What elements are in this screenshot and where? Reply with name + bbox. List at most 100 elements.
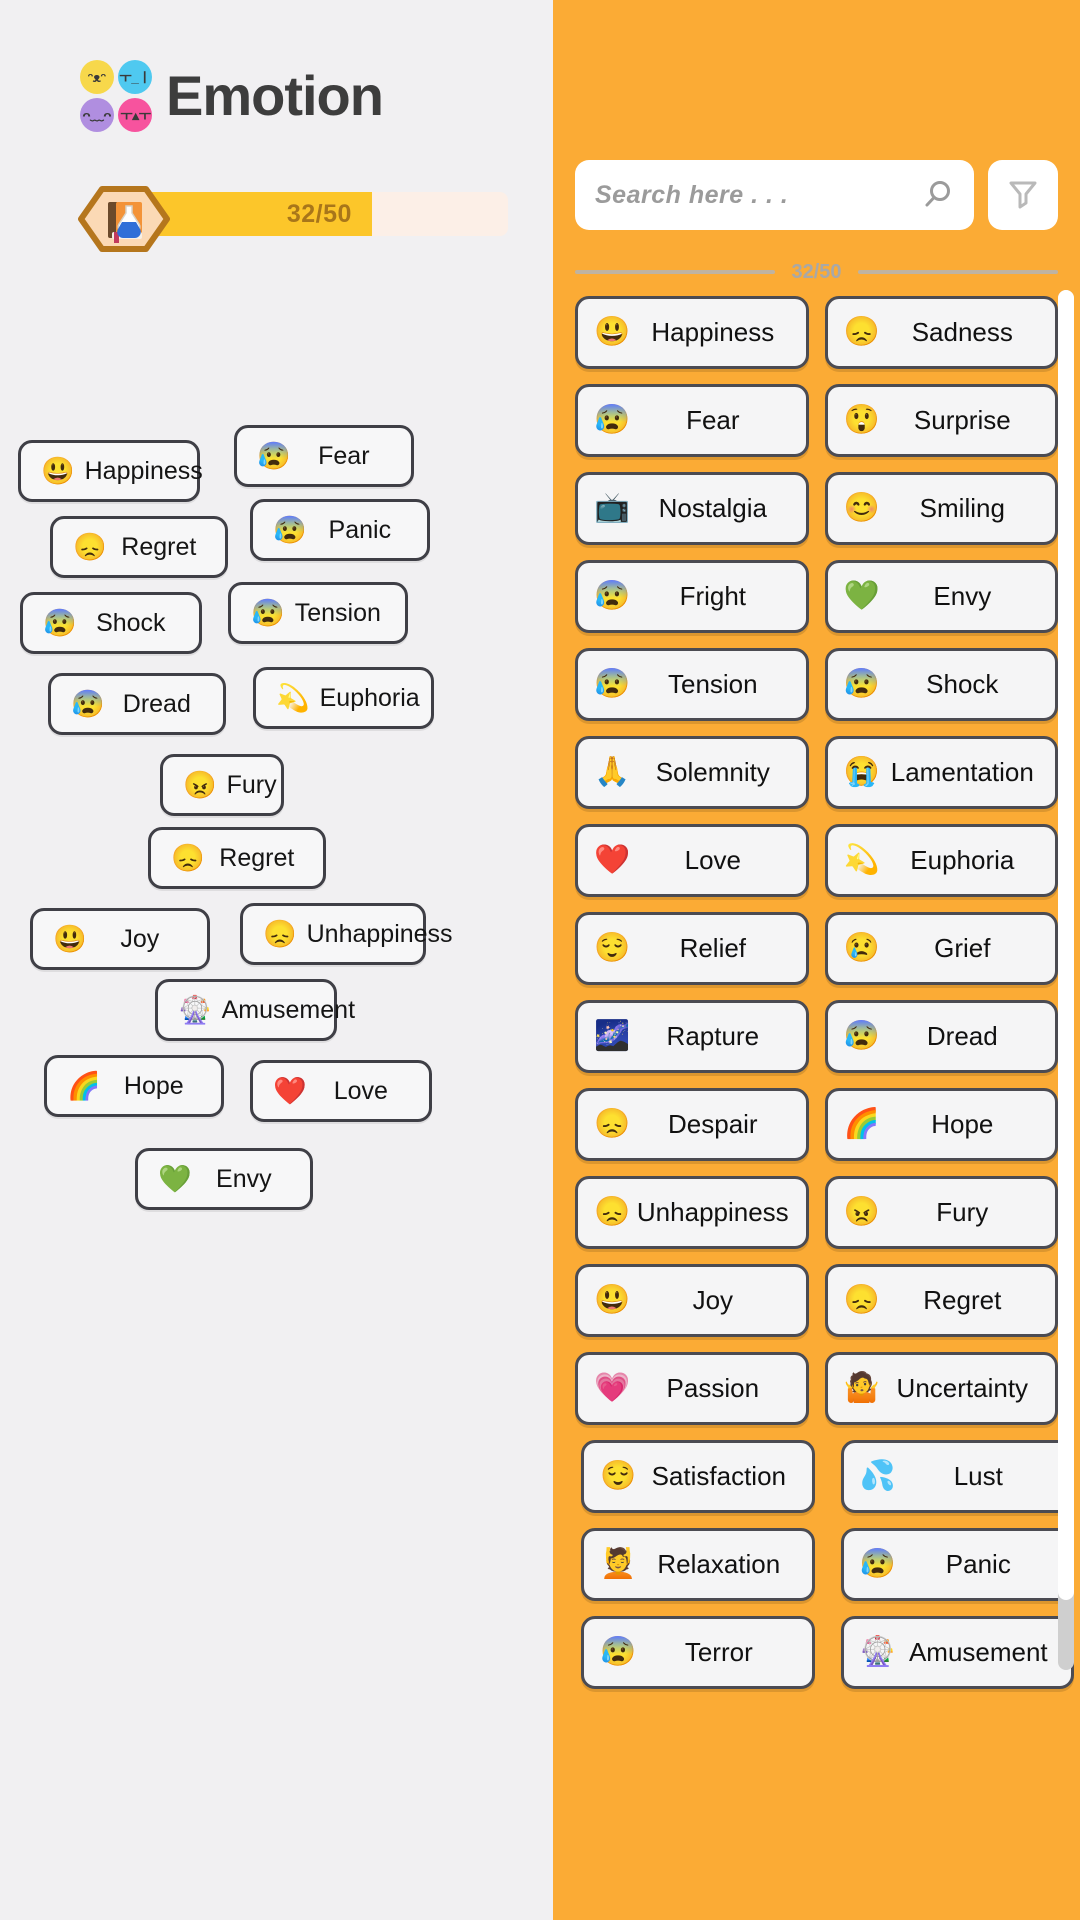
chip-label: Regret	[121, 532, 197, 561]
emotion-label: Happiness	[651, 317, 775, 347]
emotion-button[interactable]: 😊 Smiling	[824, 472, 1058, 545]
chip-label: Amusement	[221, 995, 356, 1024]
emotion-button[interactable]: 😞 Sadness	[824, 296, 1058, 369]
chip-label: Fear	[318, 441, 370, 470]
emotion-grid-row: 😰 Fright 💚 Envy	[575, 560, 1058, 633]
emotion-button[interactable]: 🤷 Uncertainty	[824, 1352, 1058, 1425]
emotion-button[interactable]: 😌 Relief	[575, 912, 809, 985]
search-input[interactable]: Search here . . .	[575, 160, 974, 230]
emotion-emoji-icon: 😌	[594, 932, 631, 964]
progress-bar: 32/50	[78, 186, 508, 252]
page-title: Emotion	[166, 64, 384, 127]
selected-chip[interactable]: 😠 Fury	[160, 754, 284, 816]
emotion-button[interactable]: ❤️ Love	[575, 824, 809, 897]
emotion-emoji-icon: 💗	[594, 1372, 631, 1404]
chip-emoji-icon: 😰	[71, 688, 105, 719]
emotion-button[interactable]: 😃 Joy	[575, 1264, 809, 1337]
emotion-label: Satisfaction	[651, 1461, 786, 1491]
emotion-button[interactable]: 😰 Terror	[581, 1616, 815, 1689]
filter-button[interactable]	[988, 160, 1058, 230]
emotion-button[interactable]: 😃 Happiness	[575, 296, 809, 369]
emotion-button[interactable]: 🎡 Amusement	[840, 1616, 1074, 1689]
emotion-label: Tension	[667, 669, 758, 699]
emotion-grid-row: 😰 Tension 😰 Shock	[575, 648, 1058, 721]
selected-chip[interactable]: 😰 Panic	[250, 499, 430, 561]
emotion-button[interactable]: 💆 Relaxation	[581, 1528, 815, 1601]
emotion-emoji-icon: 😲	[843, 404, 880, 436]
chip-label: Unhappiness	[306, 919, 453, 948]
scrollbar-thumb[interactable]	[1058, 290, 1074, 1600]
emotion-emoji-icon: 😰	[843, 1020, 880, 1052]
emotion-label: Joy	[692, 1285, 734, 1315]
emotion-button[interactable]: 😢 Grief	[824, 912, 1058, 985]
scrollbar[interactable]	[1058, 290, 1074, 1670]
emotion-button[interactable]: 😞 Unhappiness	[575, 1176, 809, 1249]
emotion-button[interactable]: 😲 Surprise	[824, 384, 1058, 457]
emotion-emoji-icon: 😞	[843, 1284, 880, 1316]
selected-chip[interactable]: ❤️ Love	[250, 1060, 432, 1122]
selected-chip[interactable]: 🎡 Amusement	[155, 979, 355, 1041]
selected-chip[interactable]: 😰 Tension	[228, 582, 408, 644]
emotion-emoji-icon: 😊	[843, 492, 880, 524]
chip-label: Love	[333, 1076, 388, 1105]
chip-label: Tension	[294, 598, 381, 627]
emotion-button[interactable]: 😰 Dread	[824, 1000, 1058, 1073]
divider-line-right	[857, 270, 1058, 274]
chip-label: Fury	[226, 770, 277, 799]
divider-line-left	[575, 270, 776, 274]
selected-chip[interactable]: 😰 Dread	[48, 673, 226, 735]
emotion-button[interactable]: 😌 Satisfaction	[581, 1440, 815, 1513]
selected-chip[interactable]: 💫 Euphoria	[253, 667, 434, 729]
selected-chip[interactable]: 😃 Joy	[30, 908, 210, 970]
emotion-button[interactable]: 😞 Regret	[824, 1264, 1058, 1337]
emotion-emoji-icon: 😠	[843, 1196, 880, 1228]
chip-label: Hope	[123, 1071, 184, 1100]
search-icon[interactable]	[920, 178, 954, 212]
emotion-button[interactable]: 😠 Fury	[824, 1176, 1058, 1249]
emotion-button[interactable]: 🌌 Rapture	[575, 1000, 809, 1073]
emotion-grid-row: 😰 Terror 🎡 Amusement	[581, 1616, 1074, 1689]
emotion-grid-row: 😰 Fear 😲 Surprise	[575, 384, 1058, 457]
chip-label: Euphoria	[319, 683, 420, 712]
selected-emotions-area: 😃 Happiness 😰 Fear 😞 Regret 😰 Panic 😰 Shock 😰 Tensi…	[0, 425, 553, 1210]
emotion-button[interactable]: 🌈 Hope	[824, 1088, 1058, 1161]
emotion-label: Uncertainty	[896, 1373, 1029, 1403]
selected-chip[interactable]: 😞 Unhappiness	[240, 903, 453, 965]
emotion-button[interactable]: 😰 Panic	[840, 1528, 1074, 1601]
emotion-grid-row: 😞 Despair 🌈 Hope	[575, 1088, 1058, 1161]
emotion-button[interactable]: 😞 Despair	[575, 1088, 809, 1161]
emotion-button[interactable]: 🙏 Solemnity	[575, 736, 809, 809]
chip-emoji-icon: ❤️	[273, 1075, 307, 1106]
emotion-button[interactable]: 😰 Fear	[575, 384, 809, 457]
search-row: Search here . . .	[575, 160, 1058, 230]
selected-chip[interactable]: 💚 Envy	[135, 1148, 313, 1210]
emotion-emoji-icon: 😭	[843, 756, 880, 788]
emotion-button[interactable]: 💦 Lust	[840, 1440, 1074, 1513]
selected-chip[interactable]: 😞 Regret	[148, 827, 326, 889]
progress-track: 32/50	[130, 192, 508, 236]
selected-chip[interactable]: 😰 Shock	[20, 592, 202, 654]
selected-chip[interactable]: 😞 Regret	[50, 516, 228, 578]
selected-chip[interactable]: 😃 Happiness	[18, 440, 203, 502]
emotion-emoji-icon: 🙏	[594, 756, 631, 788]
right-panel: Search here . . . 32/50 😃 Happiness 😞 Sa…	[553, 0, 1080, 1920]
selected-chip[interactable]: 😰 Fear	[234, 425, 414, 487]
search-placeholder: Search here . . .	[595, 180, 789, 209]
emotion-button[interactable]: 📺 Nostalgia	[575, 472, 809, 545]
selected-chip[interactable]: 🌈 Hope	[44, 1055, 224, 1117]
pink-face-icon: ㅜ▴ㅜ	[118, 98, 152, 132]
emotion-label: Lust	[953, 1461, 1003, 1491]
emotion-button[interactable]: 💫 Euphoria	[824, 824, 1058, 897]
chip-emoji-icon: 😰	[257, 440, 291, 471]
emotion-button[interactable]: 😰 Shock	[824, 648, 1058, 721]
emotion-button[interactable]: 😰 Fright	[575, 560, 809, 633]
emotion-button[interactable]: 💗 Passion	[575, 1352, 809, 1425]
emotion-button[interactable]: 💚 Envy	[824, 560, 1058, 633]
left-panel: ᵔᴥᵔ ㅜ_ㅣ ᴖ﹏ᴖ ㅜ▴ㅜ Emotion 32/50 😃 Happines…	[0, 0, 553, 1920]
emotion-button[interactable]: 😭 Lamentation	[824, 736, 1058, 809]
emotion-emoji-icon: 😰	[600, 1636, 637, 1668]
emotion-button[interactable]: 😰 Tension	[575, 648, 809, 721]
emotion-grid: 😃 Happiness 😞 Sadness 😰 Fear 😲 Surprise 📺 Nostalg…	[575, 296, 1074, 1852]
emotion-label: Passion	[666, 1373, 760, 1403]
emotion-label: Amusement	[908, 1637, 1048, 1667]
